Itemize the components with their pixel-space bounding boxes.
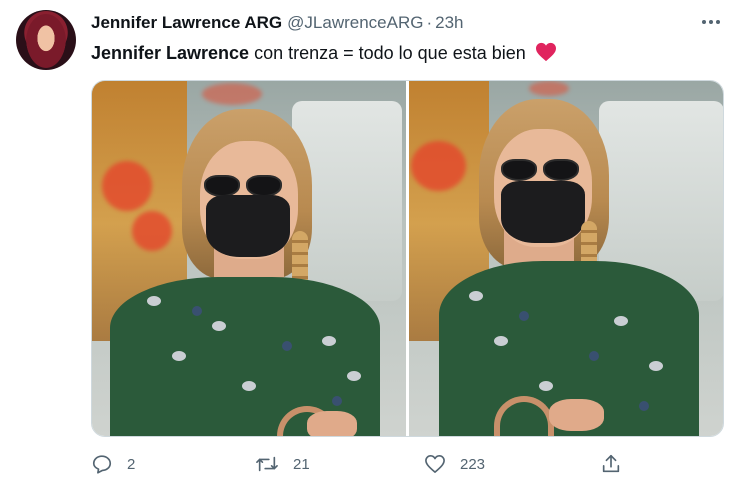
avatar[interactable] — [16, 10, 76, 70]
retweet-count: 21 — [293, 455, 310, 473]
tweet-timestamp[interactable]: 23h — [435, 13, 463, 33]
like-count: 223 — [460, 455, 486, 473]
bg-light — [202, 83, 262, 105]
sunglasses — [204, 175, 282, 197]
reply-count: 2 — [127, 455, 136, 473]
heart-emoji — [535, 42, 556, 62]
retweet-icon — [256, 456, 278, 472]
print-flower — [469, 291, 483, 301]
bg-light — [132, 211, 172, 251]
hand — [307, 411, 357, 436]
photo-right[interactable] — [409, 81, 723, 436]
share-button[interactable] — [600, 452, 622, 476]
tweet[interactable]: Jennifer Lawrence ARG @JLawrenceARG · 23… — [0, 0, 741, 494]
print-flower — [539, 381, 553, 391]
print-flower — [649, 361, 663, 371]
bg-light — [411, 141, 466, 191]
sunglasses — [501, 159, 579, 181]
hand — [549, 399, 604, 431]
avatar-portrait — [26, 14, 66, 68]
print-flower — [172, 351, 186, 361]
separator-dot: · — [426, 13, 433, 32]
bg-light — [529, 81, 569, 96]
author-name[interactable]: Jennifer Lawrence ARG — [91, 13, 282, 33]
print-flower — [147, 296, 161, 306]
print-dot — [519, 311, 529, 321]
bg-light — [102, 161, 152, 211]
print-flower — [322, 336, 336, 346]
print-dot — [282, 341, 292, 351]
retweet-button[interactable]: 21 — [255, 452, 310, 476]
reply-icon — [92, 455, 112, 474]
tweet-actions: 2 21 223 — [91, 452, 631, 476]
tweet-text-bold: Jennifer Lawrence — [91, 43, 250, 63]
photo-left[interactable] — [92, 81, 406, 436]
print-flower — [614, 316, 628, 326]
print-dot — [192, 306, 202, 316]
print-flower — [494, 336, 508, 346]
share-icon — [602, 454, 620, 473]
reply-button[interactable]: 2 — [91, 452, 135, 476]
like-button[interactable]: 223 — [424, 452, 485, 476]
tweet-header: Jennifer Lawrence ARG @JLawrenceARG · 23… — [91, 12, 464, 34]
print-flower — [242, 381, 256, 391]
author-handle[interactable]: @JLawrenceARG — [287, 13, 423, 33]
face-mask — [206, 195, 290, 257]
tweet-text-body: con trenza = todo lo que esta bien — [249, 43, 526, 63]
media-grid — [91, 80, 724, 437]
print-flower — [212, 321, 226, 331]
more-icon[interactable] — [700, 14, 722, 30]
print-dot — [332, 396, 342, 406]
print-dot — [639, 401, 649, 411]
tweet-text: Jennifer Lawrence con trenza = todo lo q… — [91, 42, 557, 64]
print-flower — [347, 371, 361, 381]
face-mask — [501, 181, 585, 243]
print-dot — [589, 351, 599, 361]
like-icon — [425, 455, 445, 473]
